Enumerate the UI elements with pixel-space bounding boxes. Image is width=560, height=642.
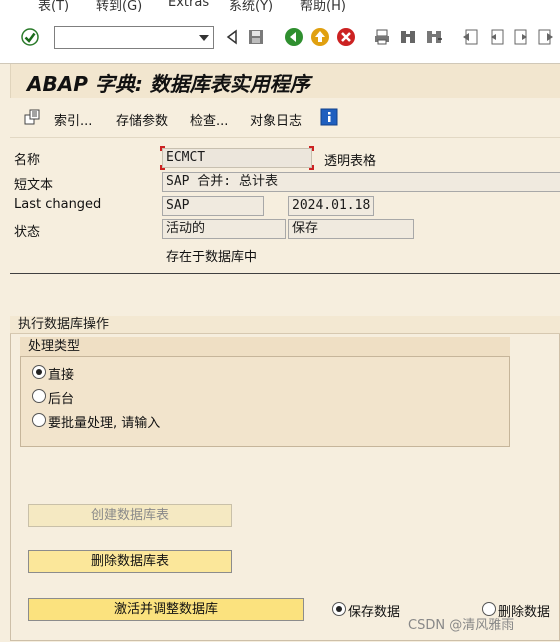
command-field[interactable] [54, 26, 214, 49]
cancel-icon[interactable] [336, 27, 356, 47]
short-text-field: SAP 合并: 总计表 [162, 172, 560, 192]
index-button[interactable]: 索引... [54, 110, 92, 129]
object-log-button[interactable]: 对象日志 [250, 110, 302, 129]
print-icon[interactable] [372, 27, 392, 47]
db-operations-title: 执行数据库操作 [10, 316, 560, 334]
processing-type-title: 处理类型 [20, 337, 510, 357]
check-button[interactable]: 检查... [190, 110, 228, 129]
page-title: ABAP 字典: 数据库表实用程序 [27, 72, 310, 96]
menu-help[interactable]: 帮助(H) [300, 0, 346, 14]
last-changed-label: Last changed [14, 197, 102, 212]
short-text-label: 短文本 [14, 178, 54, 193]
table-type-text: 透明表格 [324, 154, 377, 169]
radio-direct[interactable] [32, 365, 46, 379]
status-saved-field: 保存 [288, 219, 414, 239]
radio-direct-label: 直接 [48, 368, 75, 383]
last-changed-user-field: SAP [162, 196, 264, 216]
back-icon[interactable] [284, 27, 304, 47]
find-next-icon[interactable] [424, 27, 444, 47]
required-corner-tl [160, 146, 165, 151]
command-input[interactable] [55, 27, 193, 48]
storage-params-button[interactable]: 存储参数 [116, 110, 168, 129]
last-changed-date-field: 2024.01.18 [288, 196, 374, 216]
prev-page-icon[interactable] [486, 27, 506, 47]
menu-extras[interactable]: Extras [168, 0, 209, 10]
enter-icon[interactable] [20, 27, 40, 47]
required-corner-bl [160, 165, 165, 170]
triangle-left-icon[interactable] [222, 27, 242, 47]
radio-save-data-label: 保存数据 [348, 605, 401, 620]
separator-line [10, 273, 560, 274]
system-toolbar [0, 14, 560, 64]
next-page-icon[interactable] [512, 27, 532, 47]
status-label: 状态 [14, 225, 41, 240]
radio-batch-label: 要批量处理, 请输入 [48, 416, 161, 431]
radio-background[interactable] [32, 389, 46, 403]
create-db-table-button[interactable]: 创建数据库表 [28, 504, 232, 527]
title-bar: ABAP 字典: 数据库表实用程序 [10, 64, 560, 98]
application-toolbar: 索引... 存储参数 检查... 对象日志 [10, 98, 560, 138]
activate-adjust-db-button[interactable]: 激活并调整数据库 [28, 598, 304, 621]
radio-batch[interactable] [32, 413, 46, 427]
exists-in-db-text: 存在于数据库中 [166, 250, 258, 265]
radio-save-data[interactable] [332, 602, 346, 616]
menu-system[interactable]: 系统(Y) [229, 0, 273, 14]
last-page-icon[interactable] [536, 27, 556, 47]
watermark: CSDN @清风雅雨 [408, 618, 515, 633]
info-icon[interactable] [320, 108, 338, 130]
save-icon[interactable] [246, 27, 266, 47]
menu-goto[interactable]: 转到(G) [96, 0, 142, 14]
index-icon[interactable] [24, 109, 40, 129]
radio-background-label: 后台 [48, 392, 75, 407]
required-corner-tr [309, 146, 314, 151]
first-page-icon[interactable] [460, 27, 480, 47]
required-corner-br [309, 165, 314, 170]
menu-bar: 表(T) 转到(G) Extras 系统(Y) 帮助(H) [0, 0, 560, 14]
menu-table[interactable]: 表(T) [38, 0, 69, 14]
exit-icon[interactable] [310, 27, 330, 47]
name-field[interactable]: ECMCT [162, 148, 312, 168]
name-label: 名称 [14, 153, 41, 168]
delete-db-table-button[interactable]: 删除数据库表 [28, 550, 232, 573]
status-active-field: 活动的 [162, 219, 286, 239]
find-icon[interactable] [398, 27, 418, 47]
chevron-down-icon[interactable] [199, 35, 209, 41]
